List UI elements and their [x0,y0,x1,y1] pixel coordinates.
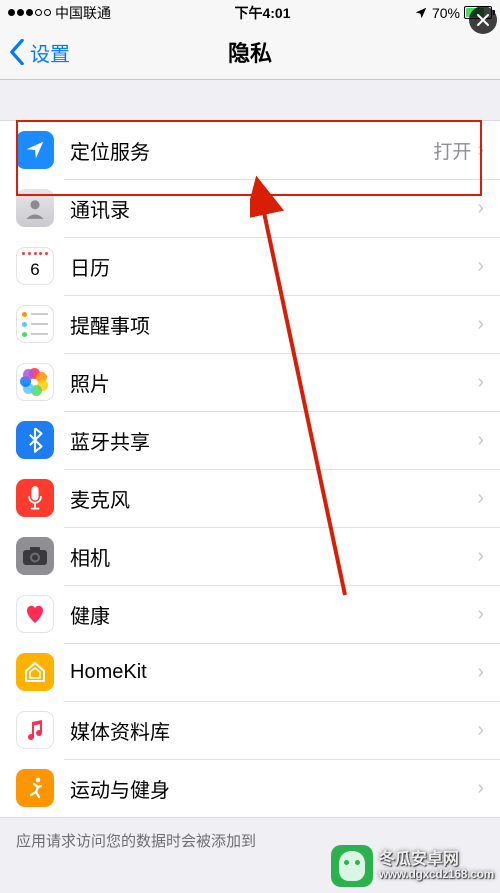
chevron-right-icon: › [477,197,484,220]
row-value: 打开 [433,137,471,164]
row-label: 健康 [70,600,477,629]
chevron-left-icon [8,39,26,65]
health-icon [16,595,54,633]
row-photos[interactable]: 照片 › [0,353,500,411]
motion-icon [16,769,54,807]
row-label: HomeKit [70,661,477,684]
calendar-icon: 6 [16,247,54,285]
row-label: 通讯录 [70,194,477,223]
watermark-text: 冬瓜安卓网 www.dgxcdz168.com [379,851,494,882]
watermark: 冬瓜安卓网 www.dgxcdz168.com [331,845,494,887]
row-microphone[interactable]: 麦克风 › [0,469,500,527]
chevron-right-icon: › [477,545,484,568]
status-bar: 中国联通 下午4:01 70% [0,0,500,25]
chevron-right-icon: › [477,371,484,394]
row-label: 相机 [70,542,477,571]
close-icon [476,13,490,27]
chevron-right-icon: › [477,429,484,452]
nav-bar: 设置 隐私 [0,25,500,80]
row-media-library[interactable]: 媒体资料库 › [0,701,500,759]
row-reminders[interactable]: 提醒事项 › [0,295,500,353]
microphone-icon [16,479,54,517]
chevron-right-icon: › [477,777,484,800]
row-label: 照片 [70,368,477,397]
row-label: 麦克风 [70,484,477,513]
row-health[interactable]: 健康 › [0,585,500,643]
row-location-services[interactable]: 定位服务 打开 › [0,121,500,179]
chevron-right-icon: › [477,487,484,510]
row-label: 定位服务 [70,136,433,165]
chevron-right-icon: › [477,139,484,162]
row-label: 日历 [70,252,477,281]
status-left: 中国联通 [8,3,111,23]
location-icon [16,131,54,169]
row-motion-fitness[interactable]: 运动与健身 › [0,759,500,817]
chevron-right-icon: › [477,719,484,742]
page-title: 隐私 [0,36,500,68]
signal-strength-icon [8,9,51,16]
watermark-line2: www.dgxcdz168.com [379,868,494,881]
close-overlay-button[interactable] [469,6,497,34]
music-note-icon [16,711,54,749]
homekit-icon [16,653,54,691]
chevron-right-icon: › [477,661,484,684]
chevron-right-icon: › [477,313,484,336]
row-camera[interactable]: 相机 › [0,527,500,585]
back-button[interactable]: 设置 [0,38,70,67]
back-label: 设置 [30,38,70,67]
bluetooth-icon [16,421,54,459]
row-calendar[interactable]: 6 日历 › [0,237,500,295]
row-label: 媒体资料库 [70,716,477,745]
battery-pct-label: 70% [432,5,460,21]
carrier-label: 中国联通 [55,3,111,23]
camera-icon [16,537,54,575]
row-contacts[interactable]: 通讯录 › [0,179,500,237]
chevron-right-icon: › [477,255,484,278]
reminders-icon [16,305,54,343]
settings-list: 定位服务 打开 › 通讯录 › 6 日历 › [0,80,500,851]
row-homekit[interactable]: HomeKit › [0,643,500,701]
location-arrow-icon [414,6,428,20]
chevron-right-icon: › [477,603,484,626]
contacts-icon [16,189,54,227]
row-label: 蓝牙共享 [70,426,477,455]
row-bluetooth-sharing[interactable]: 蓝牙共享 › [0,411,500,469]
row-label: 提醒事项 [70,310,477,339]
watermark-line1: 冬瓜安卓网 [379,851,494,869]
row-label: 运动与健身 [70,774,477,803]
photos-icon [16,363,54,401]
clock-label: 下午4:01 [234,3,290,23]
privacy-group: 定位服务 打开 › 通讯录 › 6 日历 › [0,120,500,818]
watermark-logo-icon [331,845,373,887]
